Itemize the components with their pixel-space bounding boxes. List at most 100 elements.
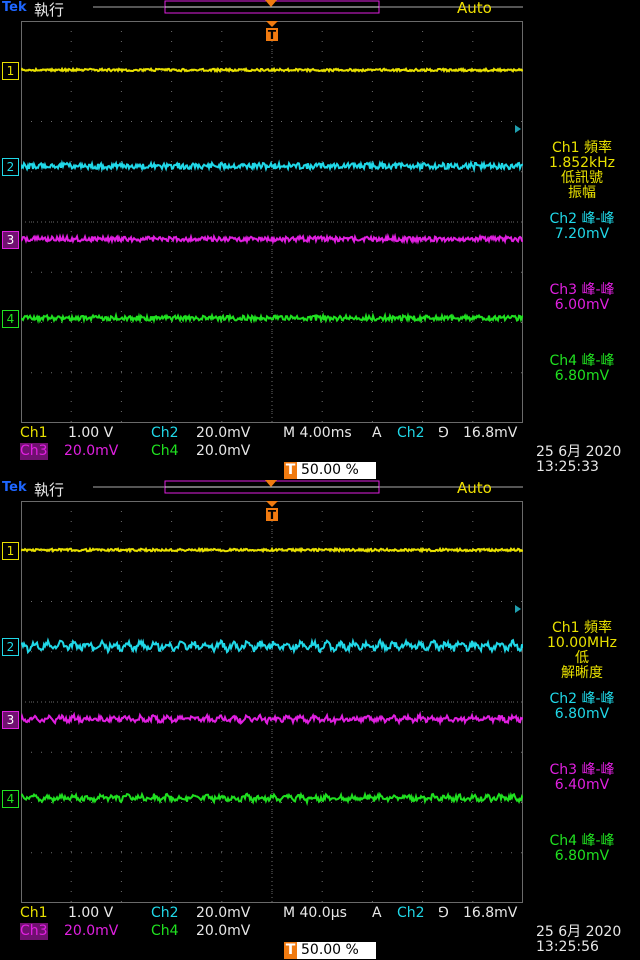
ch1-scale: 1.00 V [68, 425, 114, 441]
measurement-line: 6.40mV [554, 777, 610, 793]
waveform-graticule: T [21, 501, 523, 903]
timebase: M 4.00ms [283, 425, 352, 441]
trigger-level: 16.8mV [463, 905, 518, 921]
trigger-slope-icon: ⅁ [438, 425, 449, 441]
waveform-trace [21, 159, 523, 173]
ch4-scale: 20.0mV [196, 923, 251, 939]
trigger-position-value: 50.00 % [301, 942, 359, 958]
timebase: M 40.0µs [283, 905, 347, 921]
measurement-line: Ch4 峰-峰 [549, 833, 615, 849]
scope-screen-2: Tek 執行 Auto T Ch1 頻率 10.00MHz 低 解晰度 Ch2 … [0, 479, 640, 960]
channel-marker-1: 1 [2, 62, 19, 80]
ch2-measurement: Ch2 峰-峰 6.80mV [524, 692, 640, 722]
trigger-source: Ch2 [397, 425, 425, 441]
measurement-line: 6.80mV [554, 368, 610, 384]
measurement-line: Ch3 峰-峰 [549, 762, 615, 778]
waveform-trace [21, 637, 523, 655]
trigger-source: Ch2 [397, 905, 425, 921]
measurement-line: Ch2 峰-峰 [549, 211, 615, 227]
measurement-line: 6.80mV [554, 848, 610, 864]
waveform-trace [21, 66, 523, 74]
ch2-label: Ch2 [151, 905, 179, 921]
ch3-measurement: Ch3 峰-峰 6.40mV [524, 763, 640, 793]
run-state-label: 執行 [34, 481, 65, 499]
ch3-scale: 20.0mV [64, 443, 119, 459]
ch2-scale: 20.0mV [196, 425, 251, 441]
measurement-line: 振幅 [568, 185, 596, 201]
measurement-line: Ch2 峰-峰 [549, 691, 615, 707]
channel-marker-2: 2 [2, 158, 19, 176]
trigger-time-letter: T [268, 28, 277, 42]
ch4-scale: 20.0mV [196, 443, 251, 459]
ch2-measurement: Ch2 峰-峰 7.20mV [524, 212, 640, 242]
measurement-line: 低 [575, 650, 589, 666]
waveform-trace [21, 232, 523, 246]
trigger-position-icon [265, 0, 277, 7]
measurement-line: 6.00mV [554, 297, 610, 313]
tek-logo: Tek [2, 480, 27, 495]
channel-marker-1: 1 [2, 542, 19, 560]
channel-marker-4: 4 [2, 310, 19, 328]
measurement-line: Ch1 頻率 [551, 620, 612, 636]
top-status-bar: Tek 執行 Auto [0, 479, 640, 499]
datetime: 25 6月 2020 13:25:33 [536, 445, 621, 475]
ch1-measurement: Ch1 頻率 1.852kHz 低訊號 振幅 [524, 141, 640, 201]
ch4-measurement: Ch4 峰-峰 6.80mV [524, 834, 640, 864]
date-text: 25 6月 2020 [536, 924, 622, 940]
ch4-label: Ch4 [151, 923, 179, 939]
trigger-time-icon [266, 21, 278, 27]
top-status-bar: Tek 執行 Auto [0, 0, 640, 19]
trigger-type: A [372, 425, 382, 441]
channel-marker-4: 4 [2, 790, 19, 808]
trigger-position-readout: T 50.00 % [284, 942, 376, 959]
trigger-type: A [372, 905, 382, 921]
bottom-status-area: Ch1 1.00 V Ch2 20.0mV M 40.0µs A Ch2 ⅁ 1… [0, 905, 640, 960]
trigger-level-icon [515, 125, 521, 133]
ch3-label: Ch3 [20, 923, 48, 940]
measurement-line: 6.80mV [554, 706, 610, 722]
ch1-measurement: Ch1 頻率 10.00MHz 低 解晰度 [524, 621, 640, 681]
ch4-label: Ch4 [151, 443, 179, 459]
measurement-line: Ch3 峰-峰 [549, 282, 615, 298]
ch3-measurement: Ch3 峰-峰 6.00mV [524, 283, 640, 313]
measurement-line: Ch4 峰-峰 [549, 353, 615, 369]
trigger-badge: T [284, 462, 297, 479]
ch3-scale: 20.0mV [64, 923, 119, 939]
measurement-line: 1.852kHz [548, 155, 616, 171]
ch1-label: Ch1 [20, 425, 48, 441]
ch3-label: Ch3 [20, 443, 48, 460]
trigger-position-value: 50.00 % [301, 462, 359, 478]
trigger-badge: T [284, 942, 297, 959]
ch4-measurement: Ch4 峰-峰 6.80mV [524, 354, 640, 384]
channel-marker-3: 3 [2, 711, 19, 729]
waveform-graticule: T [21, 21, 523, 423]
trigger-position-readout: T 50.00 % [284, 462, 376, 479]
time-text: 13:25:33 [536, 459, 599, 475]
measurement-line: 10.00MHz [546, 635, 618, 651]
date-text: 25 6月 2020 [536, 444, 622, 460]
channel-marker-3: 3 [2, 231, 19, 249]
bottom-status-area: Ch1 1.00 V Ch2 20.0mV M 4.00ms A Ch2 ⅁ 1… [0, 425, 640, 480]
trigger-level-icon [515, 605, 521, 613]
measurement-line: 解晰度 [561, 665, 603, 681]
measurement-line: Ch1 頻率 [551, 140, 612, 156]
acquire-mode: Auto [457, 479, 492, 497]
trigger-slope-icon: ⅁ [438, 905, 449, 921]
trigger-time-icon [266, 501, 278, 507]
ch1-scale: 1.00 V [68, 905, 114, 921]
waveform-trace [21, 546, 523, 554]
acquire-mode: Auto [457, 0, 492, 17]
channel-marker-2: 2 [2, 638, 19, 656]
run-state-label: 執行 [34, 1, 65, 19]
trigger-level: 16.8mV [463, 425, 518, 441]
ch1-label: Ch1 [20, 905, 48, 921]
trigger-position-icon [265, 480, 277, 487]
time-text: 13:25:56 [536, 939, 599, 955]
measurement-line: 7.20mV [554, 226, 610, 242]
scope-screen-1: Tek 執行 Auto T Ch1 頻率 1.852kHz 低訊號 振幅 Ch2… [0, 0, 640, 480]
ch2-scale: 20.0mV [196, 905, 251, 921]
datetime: 25 6月 2020 13:25:56 [536, 925, 621, 955]
trigger-time-letter: T [268, 508, 277, 522]
measurement-line: 低訊號 [561, 170, 603, 186]
ch2-label: Ch2 [151, 425, 179, 441]
